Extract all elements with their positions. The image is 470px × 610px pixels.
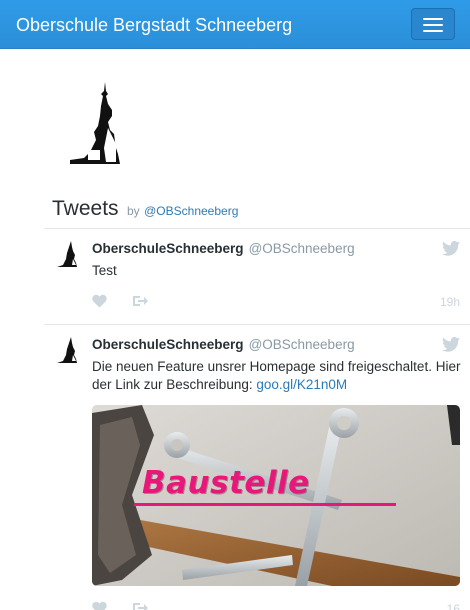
timeline-by-label: by — [126, 204, 140, 218]
tweet-author-handle[interactable]: @OBSchneeberg — [249, 337, 355, 352]
tweet-author[interactable]: OberschuleSchneeberg @OBSchneeberg — [92, 241, 355, 256]
tweet-author-handle[interactable]: @OBSchneeberg — [249, 241, 355, 256]
tweet-author-name[interactable]: OberschuleSchneeberg — [92, 241, 244, 256]
tweet-date[interactable]: 16 Aug — [424, 602, 460, 610]
avatar[interactable] — [55, 241, 79, 267]
timeline-handle-link[interactable]: @OBSchneeberg — [144, 204, 238, 218]
heart-icon[interactable] — [92, 294, 107, 308]
heart-icon[interactable] — [92, 601, 107, 610]
twitter-bird-icon[interactable] — [442, 241, 460, 256]
site-brand[interactable]: Oberschule Bergstadt Schneeberg — [16, 14, 292, 36]
photo-underline — [134, 503, 396, 506]
school-tower-logo — [70, 82, 120, 164]
tweet-item[interactable]: OberschuleSchneeberg @OBSchneeberg Test 1… — [44, 229, 470, 324]
tweet-date[interactable]: 19h — [424, 295, 460, 309]
navbar: Oberschule Bergstadt Schneeberg — [0, 0, 470, 49]
tweet-photo[interactable]: Baustelle — [92, 405, 460, 586]
tweet-item[interactable]: OberschuleSchneeberg @OBSchneeberg Die ne… — [44, 325, 470, 610]
avatar[interactable] — [55, 337, 79, 363]
hamburger-menu-button[interactable] — [411, 8, 455, 40]
tweet-author[interactable]: OberschuleSchneeberg @OBSchneeberg — [92, 337, 355, 352]
twitter-bird-icon[interactable] — [442, 337, 460, 352]
timeline-header: Tweets by @OBSchneeberg — [52, 197, 238, 221]
tweet-text: Test — [92, 263, 117, 278]
timeline-title: Tweets — [52, 197, 119, 220]
hamburger-menu-icon — [423, 18, 443, 20]
photo-caption: Baustelle — [142, 465, 310, 501]
tweet-author-name[interactable]: OberschuleSchneeberg — [92, 337, 244, 352]
share-icon[interactable] — [132, 601, 148, 610]
share-icon[interactable] — [132, 294, 148, 308]
tweet-link[interactable]: goo.gl/K21n0M — [256, 377, 347, 392]
tweet-text: Die neuen Feature unsrer Homepage sind f… — [92, 358, 464, 394]
